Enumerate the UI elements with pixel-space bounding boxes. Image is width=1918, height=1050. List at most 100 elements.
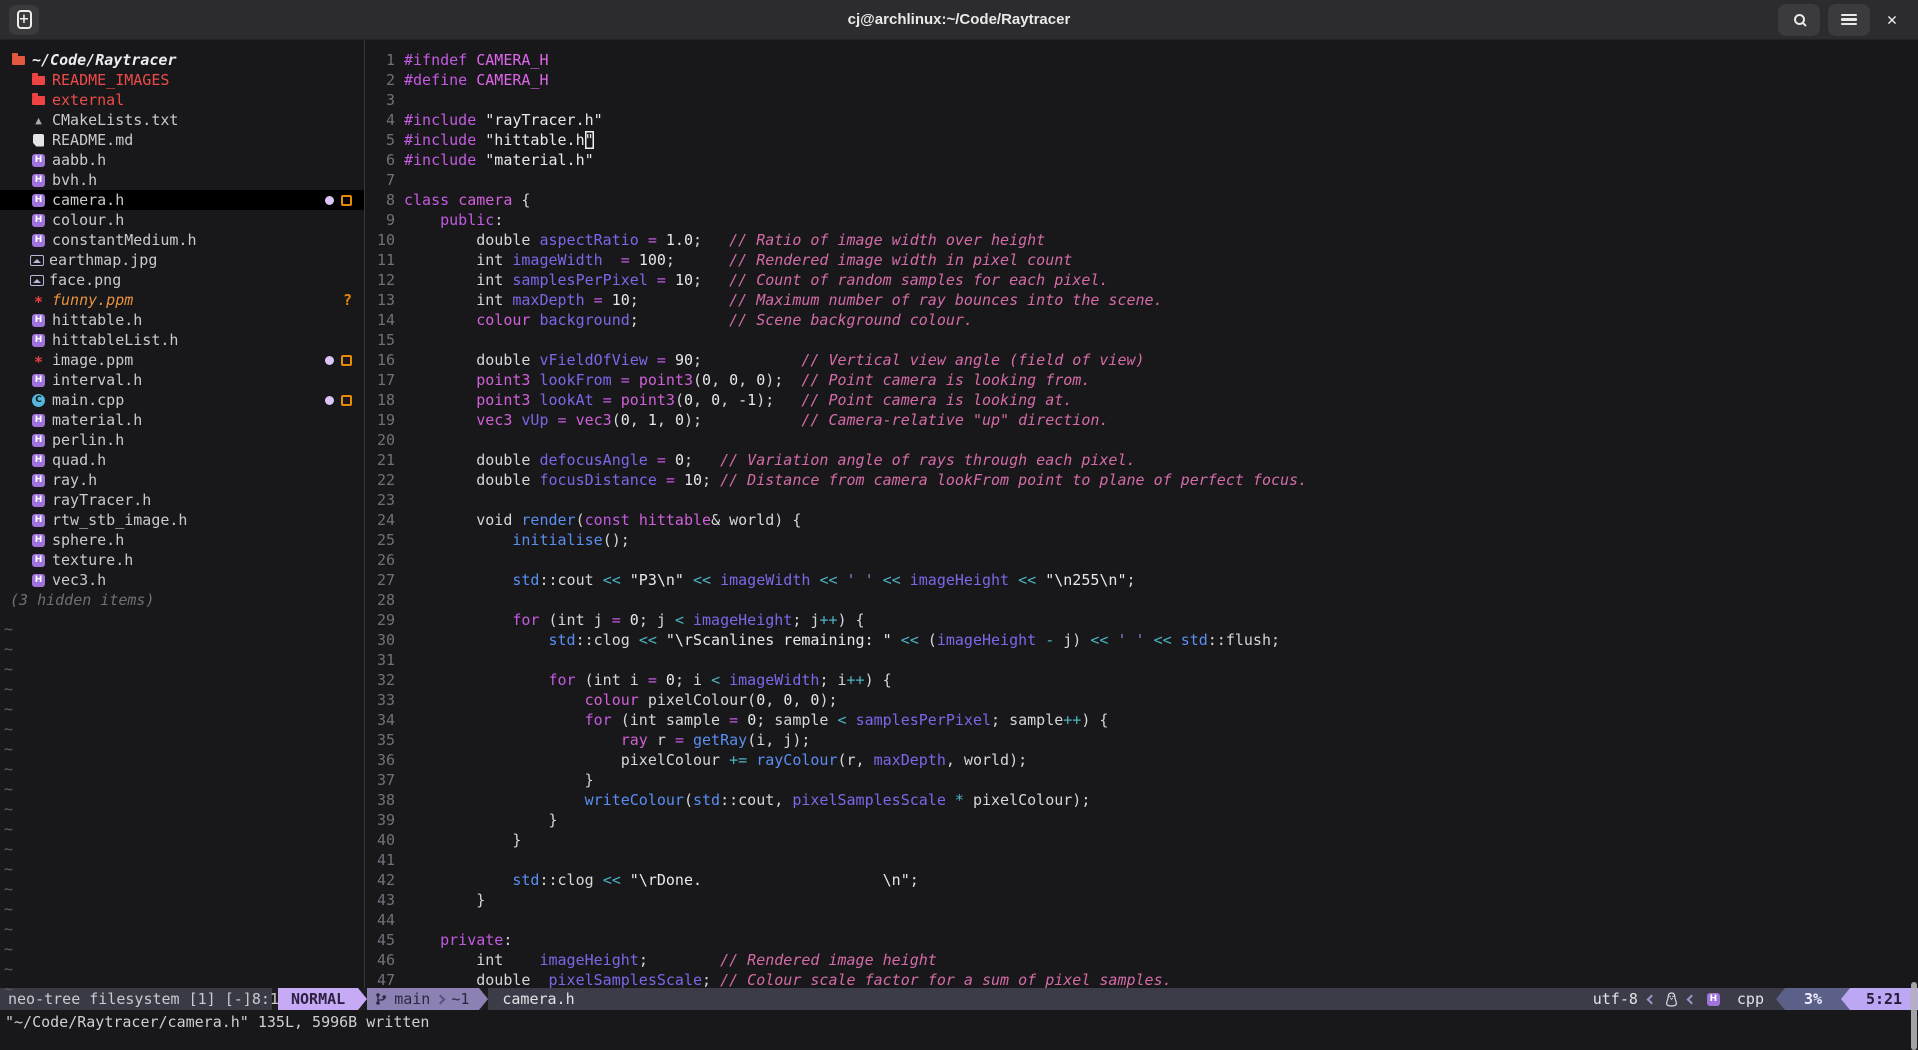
code-line-27[interactable]: 27 std::cout << "P3\n" << imageWidth << …: [365, 570, 1918, 590]
tree-item[interactable]: funny.ppm?: [0, 290, 364, 310]
code-line-23[interactable]: 23: [365, 490, 1918, 510]
code-line-35[interactable]: 35 ray r = getRay(i, j);: [365, 730, 1918, 750]
code-line-26[interactable]: 26: [365, 550, 1918, 570]
tree-item[interactable]: perlin.h: [0, 430, 364, 450]
tree-item-label: ~/Code/Raytracer: [32, 51, 177, 69]
tree-item[interactable]: CMakeLists.txt: [0, 110, 364, 130]
tree-item[interactable]: image.ppm: [0, 350, 364, 370]
tree-item[interactable]: colour.h: [0, 210, 364, 230]
tree-item[interactable]: sphere.h: [0, 530, 364, 550]
code-line-31[interactable]: 31: [365, 650, 1918, 670]
line-number: 24: [365, 510, 395, 530]
code-token: (r,: [837, 751, 873, 769]
code-line-44[interactable]: 44: [365, 910, 1918, 930]
tree-item[interactable]: external: [0, 90, 364, 110]
code-line-24[interactable]: 24 void render(const hittable& world) {: [365, 510, 1918, 530]
code-line-28[interactable]: 28: [365, 590, 1918, 610]
code-line-37[interactable]: 37 }: [365, 770, 1918, 790]
code-line-12[interactable]: 12 int samplesPerPixel = 10; // Count of…: [365, 270, 1918, 290]
code-token: "material.h": [485, 151, 593, 169]
code-token: }: [404, 771, 594, 789]
tree-item[interactable]: camera.h: [0, 190, 364, 210]
code-line-39[interactable]: 39 }: [365, 810, 1918, 830]
code-token: [946, 791, 955, 809]
tilde-empty-line: ~: [0, 940, 364, 960]
code-line-9[interactable]: 9 public:: [365, 210, 1918, 230]
code-token: [630, 511, 639, 529]
code-line-47[interactable]: 47 double pixelSamplesScale; // Colour s…: [365, 970, 1918, 988]
code-line-19[interactable]: 19 vec3 vUp = vec3(0, 1, 0); // Camera-r…: [365, 410, 1918, 430]
tree-item[interactable]: rtw_stb_image.h: [0, 510, 364, 530]
code-line-46[interactable]: 46 int imageHeight; // Rendered image he…: [365, 950, 1918, 970]
code-line-11[interactable]: 11 int imageWidth = 100; // Rendered ima…: [365, 250, 1918, 270]
code-line-25[interactable]: 25 initialise();: [365, 530, 1918, 550]
line-number: 17: [365, 370, 395, 390]
tree-item[interactable]: constantMedium.h: [0, 230, 364, 250]
code-token: double: [404, 451, 539, 469]
code-editor[interactable]: 1#ifndef CAMERA_H2#define CAMERA_H34#inc…: [365, 40, 1918, 988]
tilde-empty-line: ~: [0, 620, 364, 640]
code-line-33[interactable]: 33 colour pixelColour(0, 0, 0);: [365, 690, 1918, 710]
menu-button[interactable]: [1828, 4, 1870, 36]
terminal-scrollbar-thumb[interactable]: [1911, 982, 1917, 1050]
tree-item[interactable]: main.cpp: [0, 390, 364, 410]
code-token: 90: [675, 351, 693, 369]
code-line-30[interactable]: 30 std::clog << "\rScanlines remaining: …: [365, 630, 1918, 650]
tree-item[interactable]: ray.h: [0, 470, 364, 490]
tree-item[interactable]: hittable.h: [0, 310, 364, 330]
tree-item[interactable]: texture.h: [0, 550, 364, 570]
tree-item[interactable]: README.md: [0, 130, 364, 150]
code-line-18[interactable]: 18 point3 lookAt = point3(0, 0, -1); // …: [365, 390, 1918, 410]
code-line-32[interactable]: 32 for (int i = 0; i < imageWidth; i++) …: [365, 670, 1918, 690]
code-line-13[interactable]: 13 int maxDepth = 10; // Maximum number …: [365, 290, 1918, 310]
tree-item[interactable]: README_IMAGES: [0, 70, 364, 90]
code-line-21[interactable]: 21 double defocusAngle = 0; // Variation…: [365, 450, 1918, 470]
code-token: );: [756, 391, 801, 409]
code-line-17[interactable]: 17 point3 lookFrom = point3(0, 0, 0); //…: [365, 370, 1918, 390]
code-line-42[interactable]: 42 std::clog << "\rDone. \n";: [365, 870, 1918, 890]
code-line-34[interactable]: 34 for (int sample = 0; sample < samples…: [365, 710, 1918, 730]
code-line-1[interactable]: 1#ifndef CAMERA_H: [365, 50, 1918, 70]
tree-item[interactable]: bvh.h: [0, 170, 364, 190]
tree-item[interactable]: hittableList.h: [0, 330, 364, 350]
tree-item[interactable]: (3 hidden items): [0, 590, 364, 610]
code-line-2[interactable]: 2#define CAMERA_H: [365, 70, 1918, 90]
tree-item[interactable]: earthmap.jpg: [0, 250, 364, 270]
linux-penguin-icon: [1665, 992, 1678, 1007]
tree-item[interactable]: quad.h: [0, 450, 364, 470]
tree-item[interactable]: aabb.h: [0, 150, 364, 170]
code-line-22[interactable]: 22 double focusDistance = 10; // Distanc…: [365, 470, 1918, 490]
search-button[interactable]: [1778, 4, 1820, 36]
tree-item[interactable]: material.h: [0, 410, 364, 430]
code-token: #include: [404, 111, 485, 129]
code-line-7[interactable]: 7: [365, 170, 1918, 190]
close-window-button[interactable]: ✕: [1878, 10, 1906, 30]
code-token: }: [404, 891, 485, 909]
tree-item[interactable]: face.png: [0, 270, 364, 290]
tree-item[interactable]: interval.h: [0, 370, 364, 390]
code-line-3[interactable]: 3: [365, 90, 1918, 110]
code-line-20[interactable]: 20: [365, 430, 1918, 450]
code-line-29[interactable]: 29 for (int j = 0; j < imageHeight; j++)…: [365, 610, 1918, 630]
code-token: ;: [702, 971, 720, 988]
code-line-40[interactable]: 40 }: [365, 830, 1918, 850]
code-line-content: double defocusAngle = 0; // Variation an…: [404, 450, 1136, 470]
tree-item[interactable]: ~/Code/Raytracer: [0, 50, 364, 70]
tree-item[interactable]: vec3.h: [0, 570, 364, 590]
tree-item[interactable]: rayTracer.h: [0, 490, 364, 510]
code-line-10[interactable]: 10 double aspectRatio = 1.0; // Ratio of…: [365, 230, 1918, 250]
code-token: [621, 571, 630, 589]
new-tab-button[interactable]: +: [9, 5, 39, 35]
code-line-4[interactable]: 4#include "rayTracer.h": [365, 110, 1918, 130]
code-line-6[interactable]: 6#include "material.h": [365, 150, 1918, 170]
code-line-8[interactable]: 8class camera {: [365, 190, 1918, 210]
code-line-16[interactable]: 16 double vFieldOfView = 90; // Vertical…: [365, 350, 1918, 370]
code-line-5[interactable]: 5#include "hittable.h": [365, 130, 1918, 150]
code-line-41[interactable]: 41: [365, 850, 1918, 870]
code-line-43[interactable]: 43 }: [365, 890, 1918, 910]
code-line-38[interactable]: 38 writeColour(std::cout, pixelSamplesSc…: [365, 790, 1918, 810]
code-line-15[interactable]: 15: [365, 330, 1918, 350]
code-line-14[interactable]: 14 colour background; // Scene backgroun…: [365, 310, 1918, 330]
code-line-45[interactable]: 45 private:: [365, 930, 1918, 950]
code-line-36[interactable]: 36 pixelColour += rayColour(r, maxDepth,…: [365, 750, 1918, 770]
